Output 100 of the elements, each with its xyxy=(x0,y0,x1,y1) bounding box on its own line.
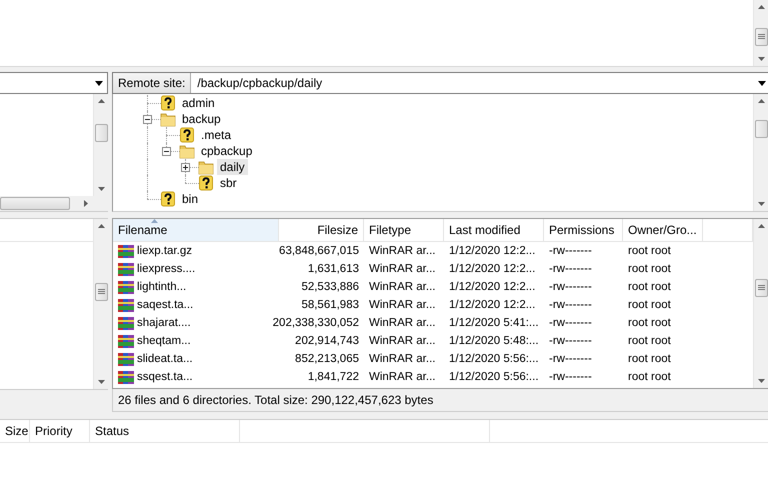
table-cell: 1,631,613 xyxy=(308,263,359,275)
table-cell: root root xyxy=(628,335,671,347)
table-cell: root root xyxy=(628,353,671,365)
table-cell: 202,338,330,052 xyxy=(272,317,359,329)
table-cell: 1/12/2020 5:41:... xyxy=(449,317,539,329)
scroll-down-icon[interactable] xyxy=(758,202,764,206)
question-icon xyxy=(160,191,176,207)
scroll-down-icon[interactable] xyxy=(98,380,104,384)
scrollbar-thumb[interactable] xyxy=(754,120,768,138)
table-cell: 1/12/2020 5:48:... xyxy=(449,335,539,347)
scrollbar-thumb[interactable] xyxy=(754,28,768,46)
table-cell: -rw------- xyxy=(549,281,592,293)
table-cell: WinRAR ar... xyxy=(369,335,436,347)
tree-item[interactable]: cpbackup xyxy=(198,143,256,159)
tree-item[interactable]: backup xyxy=(179,111,224,127)
scroll-down-icon[interactable] xyxy=(758,57,764,61)
folder-icon xyxy=(160,111,176,127)
table-cell: 1/12/2020 12:2... xyxy=(449,299,536,311)
archive-icon xyxy=(118,297,134,313)
column-header[interactable]: Owner/Gro... xyxy=(623,219,703,241)
expand-toggle[interactable] xyxy=(162,147,171,156)
tree-item[interactable]: .meta xyxy=(198,127,234,143)
table-cell: 1/12/2020 5:56:... xyxy=(449,371,539,383)
column-header[interactable]: Last modified xyxy=(444,219,544,241)
vertical-scrollbar[interactable] xyxy=(753,94,768,211)
tree-item[interactable]: admin xyxy=(179,95,218,111)
table-cell: 852,213,065 xyxy=(295,353,359,365)
scroll-up-icon[interactable] xyxy=(758,99,764,103)
table-cell: 58,561,983 xyxy=(301,299,359,311)
table-cell: 52,533,886 xyxy=(301,281,359,293)
horizontal-scrollbar[interactable] xyxy=(0,196,108,211)
column-header[interactable]: Size xyxy=(0,420,30,442)
table-cell: root root xyxy=(628,371,671,383)
scroll-down-icon[interactable] xyxy=(758,379,764,383)
scroll-right-icon[interactable] xyxy=(84,200,88,207)
table-cell: 63,848,667,015 xyxy=(279,245,359,257)
archive-icon xyxy=(118,243,134,259)
scrollbar-thumb[interactable] xyxy=(0,197,70,210)
column-header[interactable]: Filename xyxy=(113,219,279,241)
archive-icon xyxy=(118,315,134,331)
table-cell: 202,914,743 xyxy=(295,335,359,347)
tree-item[interactable]: bin xyxy=(179,191,202,207)
table-cell: -rw------- xyxy=(549,245,592,257)
dropdown-arrow-icon[interactable] xyxy=(95,80,103,86)
file-name[interactable]: lightinth... xyxy=(137,281,186,293)
archive-icon xyxy=(118,351,134,367)
expand-toggle[interactable] xyxy=(181,163,190,172)
table-cell: root root xyxy=(628,281,671,293)
table-cell: -rw------- xyxy=(549,371,592,383)
scrollbar-thumb[interactable] xyxy=(94,283,108,301)
question-icon xyxy=(160,95,176,111)
table-cell: -rw------- xyxy=(549,335,592,347)
table-cell: 1/12/2020 12:2... xyxy=(449,263,536,275)
scroll-up-icon[interactable] xyxy=(98,99,104,103)
archive-icon xyxy=(118,279,134,295)
archive-icon xyxy=(118,261,134,277)
local-path-field[interactable] xyxy=(0,72,108,94)
folder-icon xyxy=(179,143,195,159)
table-cell: WinRAR ar... xyxy=(369,299,436,311)
vertical-scrollbar[interactable] xyxy=(753,219,768,388)
expand-toggle[interactable] xyxy=(143,115,152,124)
tree-item[interactable]: sbr xyxy=(217,175,240,191)
column-header[interactable]: Status xyxy=(90,420,240,442)
tree-item[interactable]: daily xyxy=(217,159,248,175)
table-cell: WinRAR ar... xyxy=(369,317,436,329)
column-header[interactable]: Filetype xyxy=(364,219,444,241)
table-cell: root root xyxy=(628,263,671,275)
archive-icon xyxy=(118,333,134,349)
scroll-down-icon[interactable] xyxy=(98,187,104,191)
table-cell: -rw------- xyxy=(549,317,592,329)
table-cell: 1/12/2020 12:2... xyxy=(449,281,536,293)
scroll-up-icon[interactable] xyxy=(758,5,764,9)
column-header[interactable]: Permissions xyxy=(544,219,623,241)
table-cell: WinRAR ar... xyxy=(369,245,436,257)
question-icon xyxy=(179,127,195,143)
table-cell: WinRAR ar... xyxy=(369,371,436,383)
status-text: 26 files and 6 directories. Total size: 290,122,457,623 bytes xyxy=(112,389,768,412)
table-cell: 1/12/2020 5:56:... xyxy=(449,353,539,365)
vertical-scrollbar[interactable] xyxy=(93,219,108,389)
table-cell: -rw------- xyxy=(549,263,592,275)
scroll-up-icon[interactable] xyxy=(758,224,764,228)
table-cell: 1/12/2020 12:2... xyxy=(449,245,536,257)
column-header[interactable]: Priority xyxy=(30,420,90,442)
file-name[interactable]: slideat.ta... xyxy=(137,353,193,365)
scrollbar-thumb[interactable] xyxy=(754,279,768,297)
file-name[interactable]: saqest.ta... xyxy=(137,299,194,311)
vertical-scrollbar[interactable] xyxy=(753,0,768,66)
scroll-up-icon[interactable] xyxy=(98,224,104,228)
file-name[interactable]: sheqtam... xyxy=(137,335,191,347)
file-name[interactable]: shajarat.... xyxy=(137,317,191,329)
file-name[interactable]: ssqest.ta... xyxy=(137,371,193,383)
column-header[interactable]: Filesize xyxy=(279,219,364,241)
table-cell: root root xyxy=(628,299,671,311)
table-cell: 1,841,722 xyxy=(308,371,359,383)
table-cell: root root xyxy=(628,317,671,329)
table-cell: root root xyxy=(628,245,671,257)
file-name[interactable]: liexpress.... xyxy=(137,263,196,275)
table-cell: WinRAR ar... xyxy=(369,281,436,293)
scrollbar-thumb[interactable] xyxy=(94,124,108,142)
file-name[interactable]: liexp.tar.gz xyxy=(137,245,192,257)
